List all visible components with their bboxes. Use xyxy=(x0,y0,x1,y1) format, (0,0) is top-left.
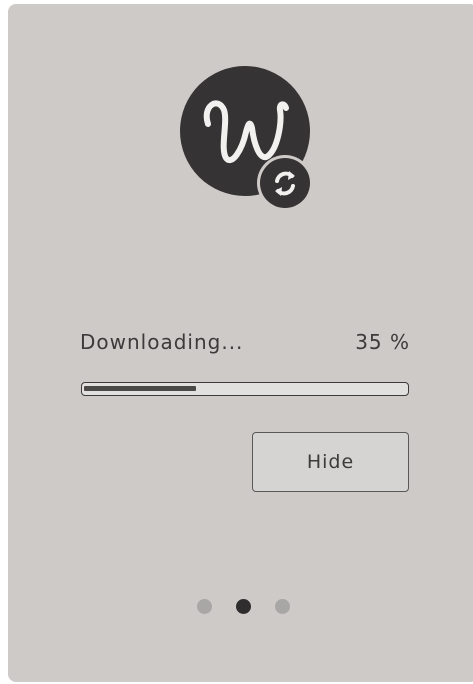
page-dot-1[interactable] xyxy=(197,599,212,614)
page-dot-3[interactable] xyxy=(275,599,290,614)
download-status-row: Downloading... 35 % xyxy=(80,330,410,360)
download-progress-fill xyxy=(84,386,196,391)
download-panel: Downloading... 35 % Hide xyxy=(8,4,473,682)
sync-refresh-icon xyxy=(260,158,310,208)
download-status-label: Downloading... xyxy=(80,330,244,354)
download-progress-bar xyxy=(81,382,409,396)
page-dot-2[interactable] xyxy=(236,599,251,614)
page-indicator-dots xyxy=(197,599,297,615)
download-percent-text: 35 % xyxy=(355,330,410,354)
hide-button[interactable]: Hide xyxy=(252,432,409,492)
